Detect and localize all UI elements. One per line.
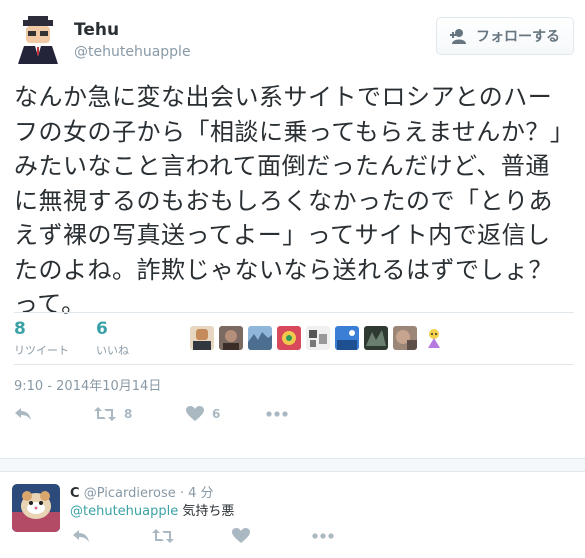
liker-avatar[interactable]	[306, 326, 330, 350]
like-button[interactable]: 6	[186, 406, 266, 422]
retweet-label: リツイート	[14, 344, 69, 357]
retweet-icon	[94, 407, 116, 421]
liker-avatar[interactable]	[364, 326, 388, 350]
liker-avatar[interactable]	[422, 326, 446, 350]
like-stat[interactable]: 6 いいね	[96, 320, 129, 358]
reply-tweet[interactable]: C @Picardierose · 4 分 @tehutehuapple 気持ち…	[0, 472, 585, 558]
reply-text: @tehutehuapple 気持ち悪	[70, 500, 234, 519]
reply-header: C @Picardierose · 4 分	[70, 482, 214, 501]
heart-icon	[232, 528, 250, 543]
retweet-button[interactable]: 8	[94, 406, 186, 422]
tweet-timestamp[interactable]: 9:10 - 2014年10月14日	[14, 375, 161, 394]
reply-like-button[interactable]	[232, 528, 312, 544]
retweet-action-count: 8	[124, 407, 133, 421]
reply-retweet-button[interactable]	[152, 528, 232, 544]
divider	[14, 364, 574, 365]
reply-actions	[72, 528, 352, 544]
liker-avatar[interactable]	[248, 326, 272, 350]
separator-band	[0, 458, 585, 472]
avatar[interactable]	[14, 16, 62, 64]
tweet-actions: 8 6	[14, 406, 306, 422]
liker-avatar[interactable]	[393, 326, 417, 350]
reply-user-handle[interactable]: @Picardierose	[84, 486, 176, 501]
reply-icon	[73, 530, 89, 542]
tweet-card: Tehu @tehutehuapple フォローする なんか急に変な出会い系サイ…	[0, 0, 585, 458]
like-count: 6	[96, 319, 108, 339]
divider	[14, 312, 574, 313]
retweet-stat[interactable]: 8 リツイート	[14, 320, 69, 358]
reply-user-name[interactable]: C	[70, 486, 80, 501]
reply-more-button[interactable]	[312, 533, 352, 539]
liker-avatars	[190, 326, 446, 350]
reply-reply-button[interactable]	[72, 528, 152, 544]
follow-button-label: フォローする	[476, 29, 560, 45]
reply-avatar[interactable]	[12, 484, 60, 532]
like-action-count: 6	[212, 407, 221, 421]
retweet-count: 8	[14, 319, 26, 339]
user-handle[interactable]: @tehutehuapple	[74, 44, 191, 60]
liker-avatar[interactable]	[335, 326, 359, 350]
reply-time[interactable]: · 4 分	[180, 486, 214, 501]
more-icon	[312, 533, 334, 539]
heart-icon	[186, 406, 204, 421]
more-icon	[266, 411, 288, 417]
liker-avatar[interactable]	[219, 326, 243, 350]
reply-mention[interactable]: @tehutehuapple	[70, 504, 178, 519]
liker-avatar[interactable]	[190, 326, 214, 350]
reply-button[interactable]	[14, 406, 94, 422]
more-button[interactable]	[266, 411, 306, 417]
follow-button[interactable]: フォローする	[436, 17, 574, 55]
liker-avatar[interactable]	[277, 326, 301, 350]
reply-icon	[15, 408, 31, 420]
retweet-icon	[152, 529, 174, 543]
user-name[interactable]: Tehu	[74, 20, 119, 40]
tweet-text: なんか急に変な出会い系サイトでロシアとのハーフの女の子から「相談に乗ってもらえま…	[14, 83, 563, 318]
reply-message: 気持ち悪	[182, 504, 235, 519]
follow-user-icon	[450, 29, 466, 44]
like-label: いいね	[96, 344, 129, 357]
